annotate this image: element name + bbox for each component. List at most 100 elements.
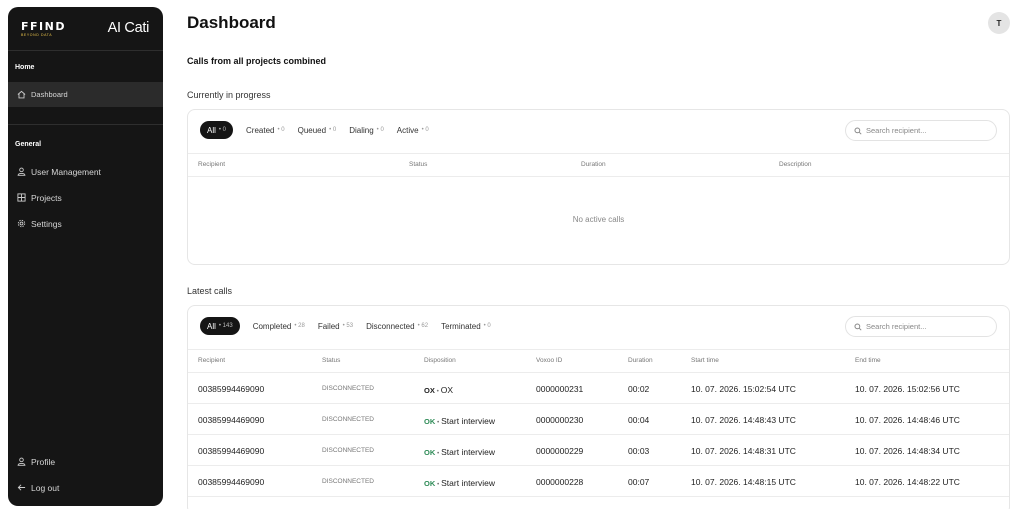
tab-count: • 62 xyxy=(417,323,429,329)
cell-disposition: OK • Start interview xyxy=(424,447,495,457)
tab-label: All xyxy=(207,125,216,135)
logo-tagline: BEYOND DATA xyxy=(21,33,53,37)
logo-text: FFIND xyxy=(21,20,66,33)
tab-label: Disconnected xyxy=(366,321,415,331)
sidebar-item-label: Log out xyxy=(31,482,60,493)
sidebar-item-user-management[interactable]: User Management xyxy=(8,159,163,184)
column-header-start-time: Start time xyxy=(691,357,719,364)
tab-count: • 0 xyxy=(218,127,227,133)
cell-voxoo-id: 0000000228 xyxy=(536,477,584,487)
column-header-status: Status xyxy=(409,161,428,168)
tab-all[interactable]: All • 0 xyxy=(200,121,234,139)
tab-count-value: 53 xyxy=(346,323,354,329)
disposition-text: Start interview xyxy=(441,478,495,488)
tab-queued[interactable]: Queued • 0 xyxy=(298,121,337,139)
in-progress-card: All • 0 Created • 0 Queued • 0 Dialing • 0 A… xyxy=(187,109,1010,265)
tab-label: Completed xyxy=(252,321,292,331)
home-icon xyxy=(16,90,26,100)
disposition-code: OK xyxy=(424,479,436,488)
tab-label: Created xyxy=(246,125,275,135)
tab-all[interactable]: All • 143 xyxy=(200,317,240,335)
cell-recipient: 00385994469090 xyxy=(198,384,265,394)
tab-count: • 0 xyxy=(483,323,491,329)
cell-voxoo-id: 0000000229 xyxy=(536,446,584,456)
tab-label: All xyxy=(207,321,216,331)
avatar[interactable]: T xyxy=(988,12,1010,34)
cell-status: DISCONNECTED xyxy=(322,385,375,392)
tab-disconnected[interactable]: Disconnected • 62 xyxy=(366,317,428,335)
cell-end-time: 10. 07. 2026. 14:48:34 UTC xyxy=(855,446,960,456)
column-header-recipient: Recipient xyxy=(198,357,226,364)
sidebar-item-settings[interactable]: Settings xyxy=(8,211,163,236)
sidebar-item-label: User Management xyxy=(31,166,101,177)
disposition-code: OK xyxy=(424,417,436,426)
table-row[interactable]: 00385994469090 DISCONNECTED OX • OX 0000… xyxy=(188,373,1009,404)
arrow-left-icon xyxy=(16,483,26,493)
user-icon xyxy=(16,457,26,467)
tab-count-value: 143 xyxy=(222,323,233,329)
sidebar-item-projects[interactable]: Projects xyxy=(8,185,163,210)
cell-start-time: 10. 07. 2026. 14:48:43 UTC xyxy=(691,415,796,425)
cell-status: DISCONNECTED xyxy=(322,478,375,485)
cell-end-time: 10. 07. 2026. 14:48:46 UTC xyxy=(855,415,960,425)
tab-completed[interactable]: Completed • 28 xyxy=(253,317,305,335)
cell-status: DISCONNECTED xyxy=(322,447,375,454)
cell-disposition: OK • Start interview xyxy=(424,416,495,426)
cell-start-time: 10. 07. 2026. 15:02:54 UTC xyxy=(691,384,796,394)
sidebar-item-profile[interactable]: Profile xyxy=(8,449,163,474)
tab-label: Active xyxy=(396,125,419,135)
in-progress-tabs: All • 0 Created • 0 Queued • 0 Dialing • 0 A… xyxy=(200,121,442,139)
table-row[interactable]: 00385994469090 DISCONNECTED OK • Start i… xyxy=(188,435,1009,466)
table-row[interactable]: 00385994469090 DISCONNECTED OK • Start i… xyxy=(188,404,1009,435)
latest-calls-card: All • 143 Completed • 28 Failed • 53 Discon… xyxy=(187,305,1010,509)
cell-voxoo-id: 0000000230 xyxy=(536,415,584,425)
cell-recipient: 00385994469090 xyxy=(198,477,265,487)
cell-recipient: 00385994469090 xyxy=(198,415,265,425)
cell-status: DISCONNECTED xyxy=(322,416,375,423)
sidebar-item-dashboard[interactable]: Dashboard xyxy=(8,82,163,107)
cell-voxoo-id: 0000000231 xyxy=(536,384,584,394)
user-icon xyxy=(16,167,26,177)
tab-count: • 143 xyxy=(218,323,233,329)
latest-tabs: All • 143 Completed • 28 Failed • 53 Discon… xyxy=(200,317,504,335)
sidebar: FFIND BEYOND DATA AI Cati Home Dashboard… xyxy=(8,7,163,506)
grid-icon xyxy=(16,193,26,203)
tab-active[interactable]: Active • 0 xyxy=(397,121,429,139)
tab-terminated[interactable]: Terminated • 0 xyxy=(441,317,491,335)
column-header-description: Description xyxy=(779,161,812,168)
tab-count: • 0 xyxy=(277,127,285,133)
logo[interactable]: FFIND BEYOND DATA xyxy=(21,20,66,38)
tab-label: Failed xyxy=(317,321,340,331)
disposition-text: Start interview xyxy=(441,416,495,426)
sidebar-item-label: Settings xyxy=(31,218,62,229)
table-row[interactable]: 00385994469090 DISCONNECTED OK • Start i… xyxy=(188,466,1009,497)
in-progress-label: Currently in progress xyxy=(187,90,271,100)
cell-start-time: 10. 07. 2026. 14:48:15 UTC xyxy=(691,477,796,487)
search-input[interactable]: Search recipient... xyxy=(845,120,997,141)
cell-start-time: 10. 07. 2026. 14:48:31 UTC xyxy=(691,446,796,456)
page-subtitle: Calls from all projects combined xyxy=(187,56,327,66)
empty-state: No active calls xyxy=(572,215,625,224)
divider xyxy=(8,50,163,51)
tab-created[interactable]: Created • 0 xyxy=(246,121,285,139)
table-header: Recipient Status Duration Description xyxy=(188,153,1009,177)
sidebar-item-label: Projects xyxy=(31,192,62,203)
sidebar-item-log-out[interactable]: Log out xyxy=(8,475,163,500)
tab-count: • 0 xyxy=(421,127,429,133)
column-header-voxoo-id: Voxoo ID xyxy=(536,357,563,364)
column-header-end-time: End time xyxy=(855,357,881,364)
divider xyxy=(8,124,163,125)
search-icon xyxy=(854,322,862,331)
search-input[interactable]: Search recipient... xyxy=(845,316,997,337)
tab-count: • 0 xyxy=(329,127,337,133)
cell-disposition: OK • Start interview xyxy=(424,478,495,488)
tab-failed[interactable]: Failed • 53 xyxy=(318,317,353,335)
column-header-recipient: Recipient xyxy=(198,161,226,168)
disposition-text: OX xyxy=(440,385,454,395)
tab-count: • 53 xyxy=(342,323,354,329)
tab-dialing[interactable]: Dialing • 0 xyxy=(349,121,384,139)
tab-count-value: 0 xyxy=(425,127,429,133)
cell-duration: 00:02 xyxy=(628,384,650,394)
tab-count: • 0 xyxy=(376,127,384,133)
column-header-duration: Duration xyxy=(581,161,606,168)
